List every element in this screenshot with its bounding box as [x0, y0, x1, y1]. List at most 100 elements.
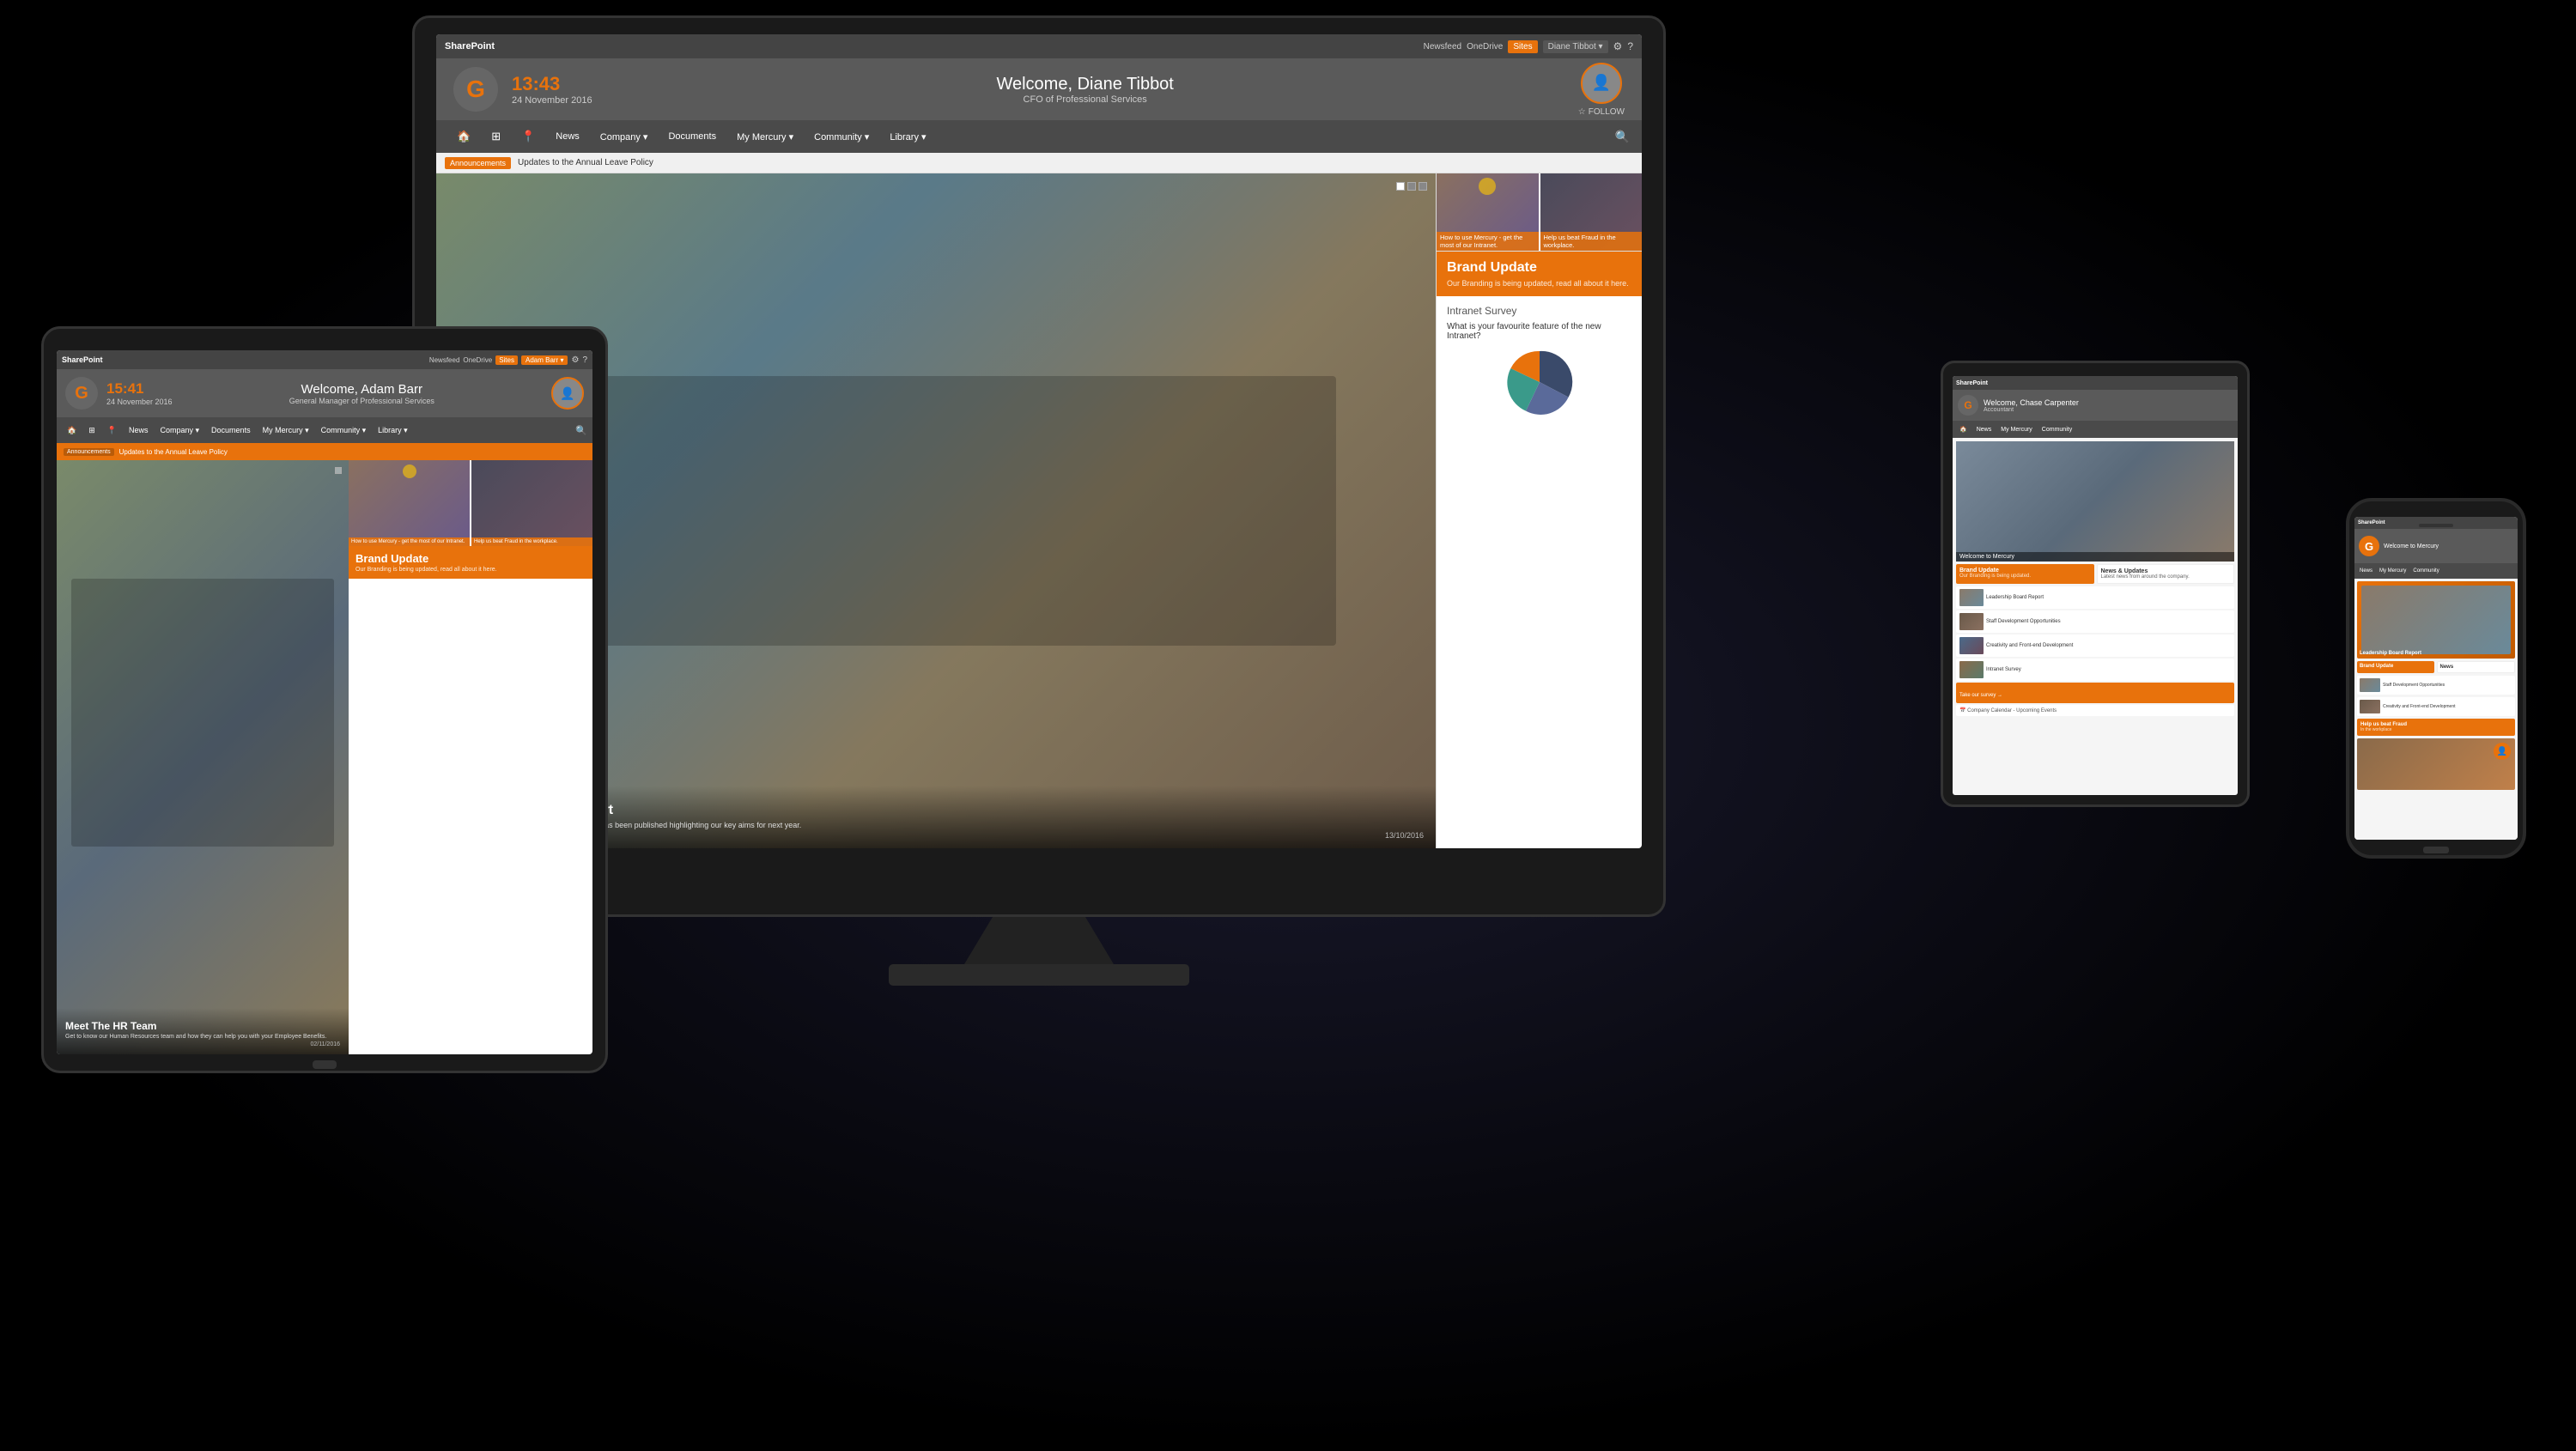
phone-nav-community[interactable]: Community	[2410, 568, 2441, 574]
tablet-settings-icon[interactable]: ⚙	[571, 355, 579, 365]
phone-card-news[interactable]: News	[2437, 661, 2516, 673]
tablet2-welcome: Welcome, Chase Carpenter	[1984, 398, 2233, 407]
nav-company[interactable]: Company ▾	[592, 120, 657, 153]
desktop-announcements: Announcements Updates to the Annual Leav…	[436, 153, 1642, 173]
help-icon[interactable]: ?	[1627, 40, 1633, 52]
tablet-hero-overlay: Meet The HR Team Get to know our Human R…	[57, 1008, 349, 1054]
tablet2-device: SharePoint G Welcome, Chase Carpenter Ac…	[1941, 361, 2250, 807]
star-icon: ☆	[1578, 107, 1586, 117]
phone-speaker	[2419, 524, 2453, 527]
tablet-nav-company[interactable]: Company ▾	[155, 423, 205, 438]
tablet-nav-grid[interactable]: ⊞	[83, 423, 100, 438]
onedrive-link[interactable]: OneDrive	[1467, 42, 1503, 52]
tablet-newsfeed-link[interactable]: Newsfeed	[429, 356, 460, 364]
tablet-time: 15:41	[106, 380, 173, 398]
tablet-nav-home[interactable]: 🏠	[62, 423, 82, 438]
tablet-home-button[interactable]	[313, 1060, 337, 1069]
phone-featured-card[interactable]: Help us beat Fraud In the workplace	[2357, 719, 2515, 736]
tablet2-row-1[interactable]: Leadership Board Report	[1956, 586, 2234, 609]
tablet2-row-3[interactable]: Creativity and Front-end Development	[1956, 634, 2234, 657]
tablet-nav-my-mercury[interactable]: My Mercury ▾	[258, 423, 314, 438]
phone-nav-news[interactable]: News	[2357, 568, 2375, 574]
tablet-logo-g: G	[75, 384, 88, 404]
newsfeed-link[interactable]: Newsfeed	[1424, 42, 1461, 52]
nav-search[interactable]: 🔍	[1615, 130, 1630, 144]
nav-community[interactable]: Community ▾	[805, 120, 878, 153]
phone-hero: Leadership Board Report	[2357, 581, 2515, 659]
desktop-nav: 🏠 ⊞ 📍 News Company ▾ Documents My Mercur…	[436, 120, 1642, 153]
tablet2-row-4[interactable]: Intranet Survey	[1956, 659, 2234, 681]
nav-grid[interactable]: ⊞	[483, 120, 509, 153]
tablet-nav-location[interactable]: 📍	[102, 423, 122, 438]
dot-2	[1407, 182, 1416, 191]
phone-list-item-1[interactable]: Staff Development Opportunities	[2357, 676, 2515, 695]
tablet-hero-date: 02/11/2016	[65, 1041, 340, 1047]
tablet-nav-community[interactable]: Community ▾	[316, 423, 372, 438]
tablet2-survey-btn[interactable]: Take our survey →	[1956, 683, 2234, 703]
desktop-follow[interactable]: ☆ FOLLOW	[1578, 107, 1625, 117]
tablet-brand-update[interactable]: Brand Update Our Branding is being updat…	[349, 546, 592, 579]
tablet2-nav-my-mercury[interactable]: My Mercury	[1997, 426, 2036, 434]
tablet-thumb-2[interactable]: Help us beat Fraud in the workplace.	[470, 460, 592, 546]
desktop-logo: G	[453, 67, 498, 112]
tablet-nav-documents[interactable]: Documents	[206, 423, 256, 437]
my-mercury-label: My Mercury ▾	[737, 131, 793, 143]
phone-list-thumb-2	[2360, 700, 2380, 713]
announcements-text: Updates to the Annual Leave Policy	[518, 158, 653, 167]
tablet2-info: Welcome, Chase Carpenter Accountant	[1984, 398, 2233, 413]
tablet-onedrive-link[interactable]: OneDrive	[463, 356, 492, 364]
tablet-welcome: Welcome, Adam Barr	[181, 382, 543, 397]
tablet2-card-news-desc: Latest news from around the company.	[2101, 574, 2231, 580]
tablet2-card-brand[interactable]: Brand Update Our Branding is being updat…	[1956, 564, 2094, 584]
tablet-thumbs: How to use Mercury - get the most of our…	[349, 460, 592, 546]
tablet2-nav-community[interactable]: Community	[2038, 426, 2075, 434]
tablet-nav: 🏠 ⊞ 📍 News Company ▾ Documents My Mercur…	[57, 417, 592, 443]
phone-home-button[interactable]	[2423, 847, 2449, 853]
tablet2-row-text-3: Creativity and Front-end Development	[1986, 643, 2073, 648]
tablet2-nav-home[interactable]: 🏠	[1956, 425, 1971, 434]
tablet2-row-2[interactable]: Staff Development Opportunities	[1956, 610, 2234, 633]
phone-hero-text: Leadership Board Report	[2360, 651, 2421, 656]
phone-screen: SharePoint G Welcome to Mercury News My …	[2354, 517, 2518, 840]
tablet-user-menu[interactable]: Adam Barr ▾	[521, 355, 568, 365]
tablet-help-icon[interactable]: ?	[582, 355, 587, 365]
phone-list-item-2[interactable]: Creativity and Front-end Development	[2357, 697, 2515, 716]
desktop-avatar: 👤	[1581, 63, 1622, 104]
tablet-sites-link[interactable]: Sites	[495, 355, 518, 365]
nav-documents[interactable]: Documents	[659, 120, 725, 153]
tablet-nav-news[interactable]: News	[124, 423, 154, 437]
tablet2-hero-caption: Welcome to Mercury	[1956, 552, 2234, 562]
desktop-welcome-block: Welcome, Diane Tibbot CFO of Professiona…	[610, 75, 1561, 105]
tablet-screen: SharePoint Newsfeed OneDrive Sites Adam …	[57, 350, 592, 1054]
nav-location[interactable]: 📍	[513, 120, 544, 153]
phone-hero-image	[2361, 586, 2511, 654]
phone-nav-my-mercury[interactable]: My Mercury	[2377, 568, 2409, 574]
tablet2-row-thumb-2	[1959, 613, 1984, 630]
tablet-logo: G	[65, 377, 98, 410]
phone-list-thumb-1	[2360, 678, 2380, 692]
tablet2-card-news[interactable]: News & Updates Latest news from around t…	[2097, 564, 2235, 584]
tablet2-calendar-row[interactable]: 📅 Company Calendar - Upcoming Events	[1956, 705, 2234, 716]
nav-library[interactable]: Library ▾	[881, 120, 934, 153]
tablet2-survey-label: Take our survey →	[1959, 693, 2002, 698]
tablet-nav-library[interactable]: Library ▾	[373, 423, 413, 438]
phone-card-news-title: News	[2440, 665, 2512, 670]
nav-home[interactable]: 🏠	[448, 120, 479, 153]
desktop-thumb-2[interactable]: Help us beat Fraud in the workplace.	[1539, 173, 1643, 251]
dot-1	[1396, 182, 1405, 191]
phone-card-brand[interactable]: Brand Update	[2357, 661, 2434, 673]
nav-news[interactable]: News	[547, 120, 588, 153]
user-menu[interactable]: Diane Tibbot ▾	[1543, 40, 1608, 53]
desktop-thumb-1[interactable]: How to use Mercury - get the most of our…	[1437, 173, 1539, 251]
tablet-hero-dot	[335, 467, 342, 474]
tablet-sidebar: How to use Mercury - get the most of our…	[349, 460, 592, 1054]
tablet-thumb-1[interactable]: How to use Mercury - get the most of our…	[349, 460, 470, 546]
desktop-brand-update[interactable]: Brand Update Our Branding is being updat…	[1437, 252, 1642, 296]
nav-my-mercury[interactable]: My Mercury ▾	[728, 120, 802, 153]
phone-logo-g: G	[2365, 540, 2373, 553]
tablet-nav-search[interactable]: 🔍	[575, 425, 587, 436]
sites-link[interactable]: Sites	[1508, 40, 1537, 53]
tablet2-nav-news[interactable]: News	[1973, 426, 1996, 434]
phone-person-image: 👤	[2357, 738, 2515, 790]
settings-icon[interactable]: ⚙	[1613, 40, 1623, 52]
